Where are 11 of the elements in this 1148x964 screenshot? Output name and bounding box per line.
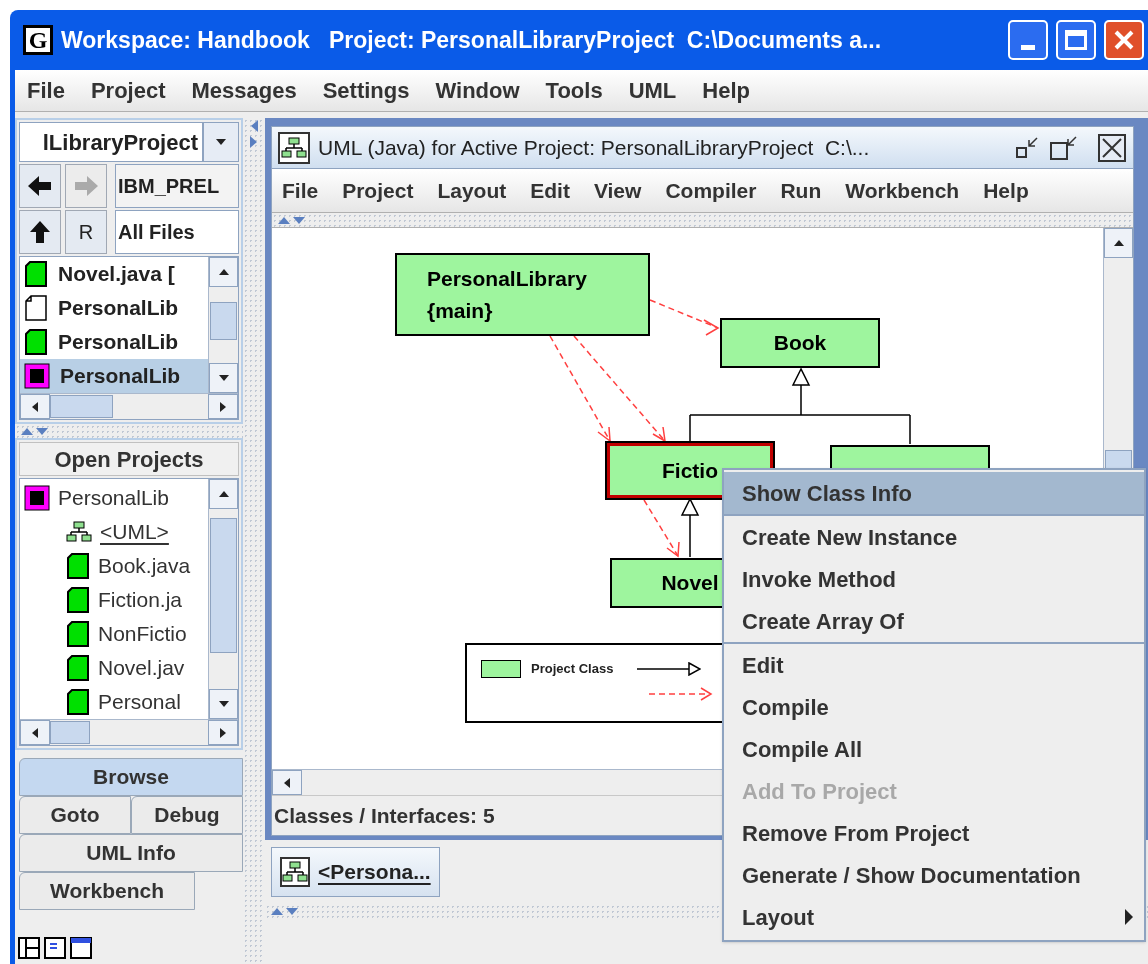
app-icon: G <box>23 25 53 55</box>
status-text: Classes / Interfaces: 5 <box>274 802 495 829</box>
panel-header: Open Projects <box>19 442 239 476</box>
window-title: Workspace: Handbook Project: PersonalLibraryProject C:\Documents a... <box>61 25 883 55</box>
class-name: Novel <box>661 570 719 596</box>
class-name: Book <box>773 330 827 356</box>
window-title: UML (Java) for Active Project: PersonalLibraryProject C:\... <box>318 134 871 161</box>
legend-label: Project Class <box>531 660 614 678</box>
class-name: Fictio <box>662 457 718 484</box>
class-name: {main} <box>427 297 493 324</box>
class-name: PersonalLibrary <box>427 265 587 292</box>
